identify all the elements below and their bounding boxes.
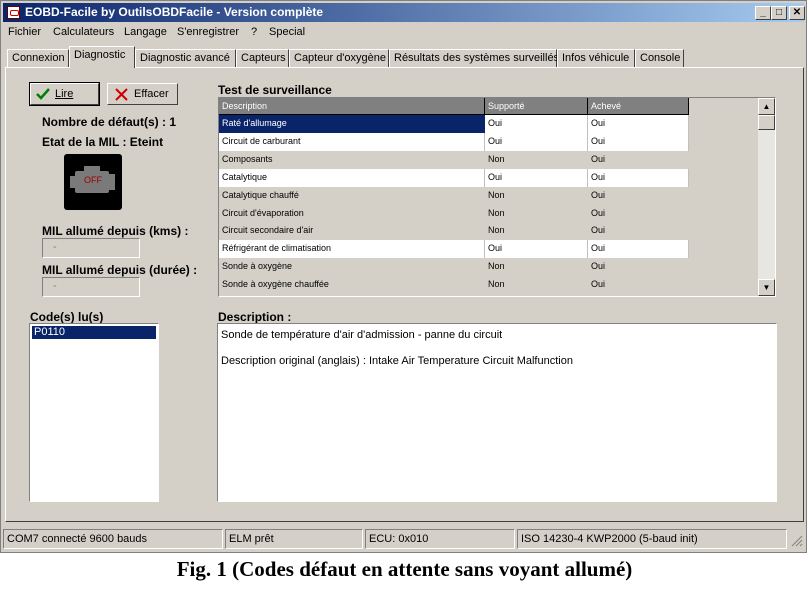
close-button[interactable]: ✕ xyxy=(789,6,805,20)
figure-caption: Fig. 1 (Codes défaut en attente sans voy… xyxy=(176,557,633,581)
status-bar: COM7 connecté 9600 bauds ELM prêt ECU: 0… xyxy=(3,529,804,549)
table-cell: Oui xyxy=(591,153,606,164)
scroll-thumb[interactable] xyxy=(758,115,775,130)
menu-help[interactable]: ? xyxy=(251,26,257,38)
table-cell: Réfrigérant de climatisation xyxy=(219,240,485,259)
mil-duration-field: - xyxy=(42,277,140,297)
table-cell: Circuit d'évaporation xyxy=(222,207,304,218)
codes-list[interactable]: P0110 xyxy=(29,323,159,502)
table-cell: Oui xyxy=(591,261,606,272)
table-cell: Catalytique chauffé xyxy=(222,189,299,200)
tab-infos-vehicule[interactable]: Infos véhicule xyxy=(557,49,635,67)
description-label: Description : xyxy=(218,310,292,324)
table-cell: Oui xyxy=(485,132,588,151)
menu-bar: Fichier Calculateurs Langage S'enregistr… xyxy=(3,23,804,42)
table-cell: Oui xyxy=(588,115,689,133)
clear-button-label: Effacer xyxy=(134,88,169,100)
tab-strip: Connexion Diagnostic Diagnostic avancé C… xyxy=(5,46,802,68)
status-protocol: ISO 14230-4 KWP2000 (5-baud init) xyxy=(517,529,787,549)
scroll-up-button[interactable]: ▲ xyxy=(758,98,775,115)
read-button[interactable]: Lire xyxy=(29,82,100,106)
status-connection: COM7 connecté 9600 bauds xyxy=(3,529,223,549)
table-cell: Sonde à oxygène xyxy=(222,261,293,272)
mil-state-label: Etat de la MIL : Eteint xyxy=(42,135,164,149)
maximize-button[interactable]: □ xyxy=(771,6,787,20)
mil-km-label: MIL allumé depuis (kms) : xyxy=(42,224,189,238)
table-cell: Non xyxy=(488,279,505,290)
table-cell: Sonde à oxygène chauffée xyxy=(222,279,329,290)
delete-x-icon xyxy=(115,88,128,101)
app-window: EOBD-Facile by OutilsOBDFacile - Version… xyxy=(0,0,807,553)
monitor-title: Test de surveillance xyxy=(218,83,332,97)
table-cell: Non xyxy=(488,153,505,164)
status-elm: ELM prêt xyxy=(225,529,363,549)
list-item[interactable]: P0110 xyxy=(32,326,156,339)
column-header[interactable]: Description xyxy=(219,98,485,115)
table-cell: Oui xyxy=(591,225,606,236)
clear-button[interactable]: Effacer xyxy=(107,83,178,105)
description-line-en: Description original (anglais) : Intake … xyxy=(221,355,573,367)
column-header[interactable]: Supporté xyxy=(485,98,588,115)
table-cell: Oui xyxy=(591,189,606,200)
tab-resultats[interactable]: Résultats des systèmes surveillés xyxy=(389,49,559,67)
tab-capteur-oxygene[interactable]: Capteur d'oxygène xyxy=(289,49,389,67)
menu-special[interactable]: Special xyxy=(269,26,305,38)
menu-langage[interactable]: Langage xyxy=(124,26,167,38)
monitor-table[interactable]: Description Supporté Achevé Raté d'allumage… xyxy=(218,97,776,297)
table-cell: Non xyxy=(488,207,505,218)
minimize-button[interactable]: _ xyxy=(755,6,771,20)
table-cell: Oui xyxy=(485,115,588,133)
column-header[interactable]: Achevé xyxy=(588,98,689,115)
description-line-fr: Sonde de température d'air d'admission -… xyxy=(221,329,503,341)
mil-km-field: - xyxy=(42,238,140,258)
window-title: EOBD-Facile by OutilsOBDFacile - Version… xyxy=(25,5,324,19)
tab-diagnostic-avance[interactable]: Diagnostic avancé xyxy=(135,49,236,67)
fault-count-label: Nombre de défaut(s) : 1 xyxy=(42,115,177,129)
tab-connexion[interactable]: Connexion xyxy=(7,49,69,67)
scroll-down-button[interactable]: ▼ xyxy=(758,279,775,296)
menu-calculateurs[interactable]: Calculateurs xyxy=(53,26,114,38)
menu-senregistrer[interactable]: S'enregistrer xyxy=(177,26,239,38)
mil-duration-label: MIL allumé depuis (durée) : xyxy=(42,263,198,277)
table-cell: Oui xyxy=(485,168,588,187)
table-cell: Composants xyxy=(222,153,273,164)
app-logo-icon xyxy=(7,6,20,19)
tab-capteurs[interactable]: Capteurs xyxy=(236,49,289,67)
tab-diagnostic[interactable]: Diagnostic xyxy=(69,46,135,68)
table-cell: Circuit secondaire d'air xyxy=(222,225,314,236)
vertical-scrollbar[interactable]: ▲ ▼ xyxy=(758,98,775,296)
menu-fichier[interactable]: Fichier xyxy=(8,26,41,38)
table-cell: Raté d'allumage xyxy=(219,115,485,133)
table-cell: Oui xyxy=(588,168,689,187)
table-cell: Oui xyxy=(588,132,689,151)
mil-indicator: OFF xyxy=(64,154,122,210)
tab-console[interactable]: Console xyxy=(635,49,684,67)
table-cell: Oui xyxy=(588,240,689,259)
status-ecu: ECU: 0x010 xyxy=(365,529,515,549)
table-cell: Non xyxy=(488,225,505,236)
table-cell: Non xyxy=(488,189,505,200)
table-cell: Non xyxy=(488,261,505,272)
codes-label: Code(s) lu(s) xyxy=(30,310,104,324)
table-cell: Oui xyxy=(591,207,606,218)
table-cell: Oui xyxy=(485,240,588,259)
read-button-label: Lire xyxy=(55,88,74,100)
table-cell: Oui xyxy=(591,279,606,290)
resize-grip-icon[interactable] xyxy=(791,535,803,547)
title-bar[interactable]: EOBD-Facile by OutilsOBDFacile - Version… xyxy=(3,3,805,22)
table-header: Description Supporté Achevé xyxy=(219,98,689,115)
table-cell: Circuit de carburant xyxy=(219,132,485,151)
mil-off-text: OFF xyxy=(84,175,102,185)
table-cell: Catalytique xyxy=(219,168,485,187)
description-box[interactable]: Sonde de température d'air d'admission -… xyxy=(217,323,777,502)
check-icon xyxy=(36,88,50,100)
